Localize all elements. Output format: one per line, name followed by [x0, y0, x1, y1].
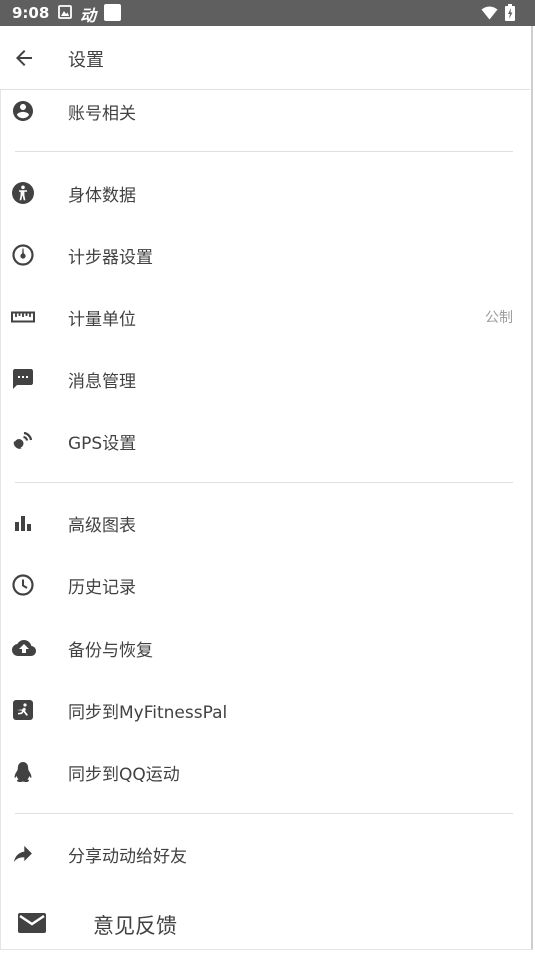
- satellite-signal-icon: [11, 429, 35, 453]
- app-notification-icon: 动: [80, 6, 97, 25]
- ruler-icon: [11, 305, 35, 329]
- settings-item-history[interactable]: 历史记录: [0, 554, 530, 616]
- settings-item-gps[interactable]: GPS设置: [0, 410, 530, 472]
- settings-item-label: 身体数据: [68, 186, 136, 206]
- account-circle-icon: [11, 99, 35, 123]
- mail-icon: [17, 911, 47, 935]
- settings-item-label: GPS设置: [68, 434, 137, 454]
- photo-icon: [58, 5, 72, 19]
- settings-item-account[interactable]: 账号相关: [0, 80, 530, 142]
- settings-item-label: 历史记录: [68, 578, 136, 598]
- section-divider: [15, 813, 513, 814]
- settings-item-body-data[interactable]: 身体数据: [0, 162, 530, 224]
- qq-penguin-icon: [11, 760, 35, 784]
- settings-item-label: 计步器设置: [68, 248, 153, 268]
- person-body-icon: [11, 181, 35, 205]
- settings-item-label: 意见反馈: [93, 914, 177, 938]
- settings-item-share[interactable]: 分享动动给好友: [0, 823, 530, 885]
- settings-item-feedback[interactable]: 意见反馈: [0, 896, 530, 958]
- wifi-icon: [481, 6, 498, 20]
- settings-item-label: 消息管理: [68, 372, 136, 392]
- share-arrow-icon: [11, 842, 35, 866]
- settings-item-messages[interactable]: 消息管理: [0, 348, 530, 410]
- settings-item-label: 备份与恢复: [68, 641, 153, 661]
- section-divider: [15, 151, 513, 152]
- status-bar: 9:08 动: [0, 0, 535, 26]
- gauge-icon: [11, 243, 35, 267]
- settings-item-label: 高级图表: [68, 516, 136, 536]
- back-arrow-icon[interactable]: [12, 46, 36, 70]
- settings-item-charts[interactable]: 高级图表: [0, 492, 530, 554]
- clock-icon: [11, 573, 35, 597]
- settings-item-label: 账号相关: [68, 104, 136, 124]
- settings-item-myfitnesspal[interactable]: 同步到MyFitnessPal: [0, 679, 530, 741]
- cloud-upload-icon: [11, 636, 36, 660]
- message-icon: [11, 367, 35, 391]
- section-divider: [15, 482, 513, 483]
- settings-item-backup[interactable]: 备份与恢复: [0, 617, 530, 679]
- myfitnesspal-icon: [11, 698, 35, 722]
- settings-item-qq[interactable]: 同步到QQ运动: [0, 741, 530, 803]
- units-value: 公制: [485, 310, 513, 326]
- settings-item-label: 同步到QQ运动: [68, 765, 180, 785]
- settings-item-units[interactable]: 计量单位 公制: [0, 286, 530, 348]
- bar-chart-icon: [11, 511, 35, 535]
- notification-square-icon: [104, 4, 121, 21]
- page-title: 设置: [68, 50, 104, 71]
- settings-item-label: 同步到MyFitnessPal: [68, 703, 228, 723]
- status-time: 9:08: [12, 4, 50, 22]
- settings-item-label: 分享动动给好友: [68, 847, 187, 867]
- settings-item-label: 计量单位: [68, 310, 136, 330]
- settings-item-pedometer[interactable]: 计步器设置: [0, 224, 530, 286]
- battery-icon: [505, 4, 515, 21]
